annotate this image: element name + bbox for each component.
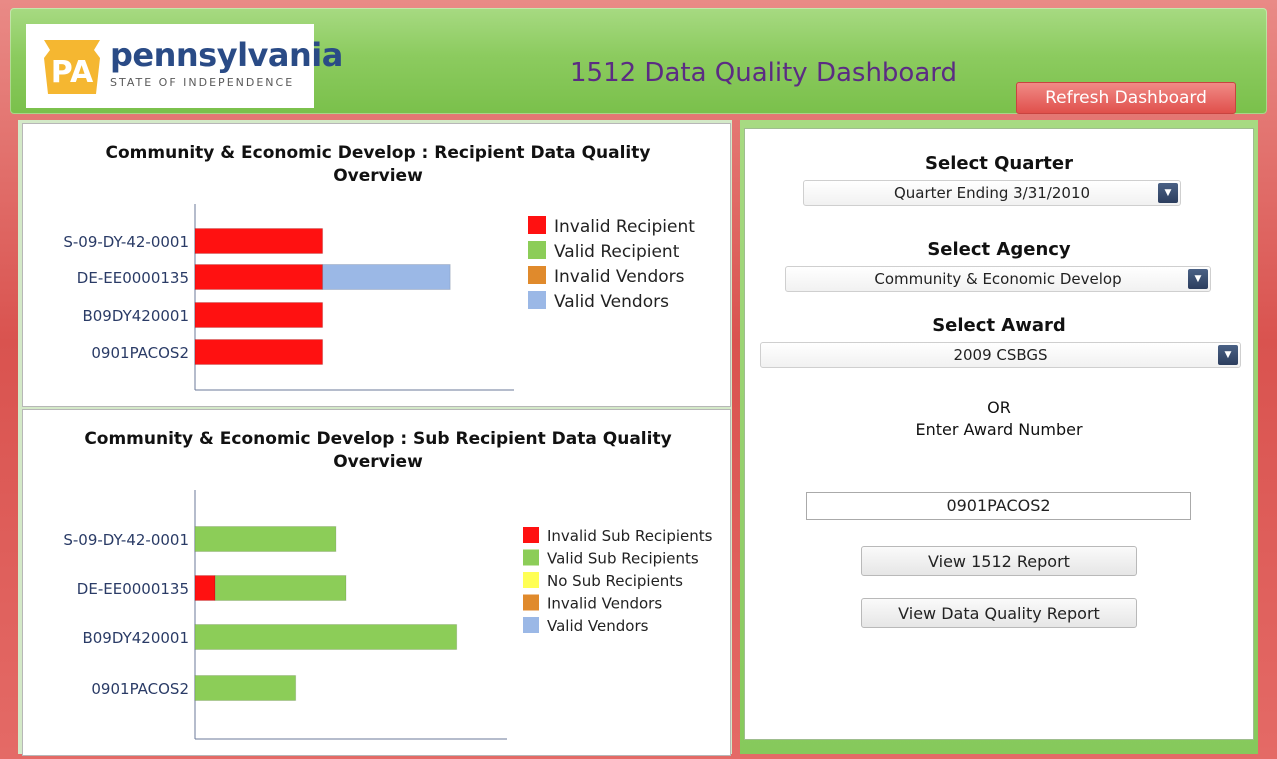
chevron-down-icon[interactable]: ▼ — [1188, 269, 1208, 289]
view-data-quality-report-button[interactable]: View Data Quality Report — [861, 598, 1137, 628]
category-label: S-09-DY-42-0001 — [63, 233, 189, 251]
sub-recipient-chart-panel: Community & Economic Develop : Sub Recip… — [22, 409, 731, 756]
header-bar: PA pennsylvania STATE OF INDEPENDENCE 15… — [10, 8, 1267, 114]
quarter-select[interactable]: Quarter Ending 3/31/2010 ▼ — [803, 180, 1181, 206]
recipient-bar-chart: S-09-DY-42-0001 DE-EE0000135 B09DY420001 09… — [63, 204, 695, 391]
or-text: OR — [987, 398, 1011, 417]
bar — [194, 228, 324, 254]
legend-label: Valid Sub Recipients — [547, 550, 699, 568]
bar — [194, 624, 458, 650]
bar — [194, 675, 297, 701]
legend-label: Valid Recipient — [554, 242, 680, 262]
category-label: B09DY420001 — [82, 307, 189, 325]
bar — [194, 575, 216, 601]
select-quarter-label: Select Quarter — [925, 153, 1073, 174]
category-label: 0901PACOS2 — [91, 680, 189, 698]
refresh-dashboard-button[interactable]: Refresh Dashboard — [1016, 82, 1236, 114]
agency-select-value: Community & Economic Develop — [874, 270, 1122, 288]
pennsylvania-logo: PA pennsylvania STATE OF INDEPENDENCE — [26, 24, 343, 108]
legend-label: Invalid Vendors — [547, 595, 662, 613]
legend-swatch — [523, 549, 539, 566]
chevron-down-icon[interactable]: ▼ — [1218, 345, 1238, 365]
legend-label: Invalid Sub Recipients — [547, 527, 713, 545]
legend-swatch — [523, 572, 539, 588]
agency-select[interactable]: Community & Economic Develop ▼ — [785, 266, 1211, 292]
recipient-chart-panel: Community & Economic Develop : Recipient… — [22, 123, 731, 407]
logo-tagline: STATE OF INDEPENDENCE — [110, 76, 295, 89]
keystone-logo-icon: PA — [44, 40, 100, 94]
legend-swatch — [523, 594, 539, 611]
logo-name: pennsylvania — [110, 36, 343, 74]
bar — [194, 302, 324, 328]
legend-label: Invalid Vendors — [554, 267, 685, 287]
view-1512-report-button[interactable]: View 1512 Report — [861, 546, 1137, 576]
category-label: DE-EE0000135 — [77, 269, 189, 287]
bar — [214, 575, 347, 601]
enter-award-label: Enter Award Number — [915, 420, 1083, 439]
bar — [194, 526, 337, 552]
quarter-select-value: Quarter Ending 3/31/2010 — [893, 184, 1091, 202]
award-number-input[interactable]: 0901PACOS2 — [806, 492, 1191, 520]
filter-panel: Select Quarter Quarter Ending 3/31/2010 … — [744, 128, 1254, 740]
legend-swatch — [523, 527, 539, 543]
category-label: B09DY420001 — [82, 629, 189, 647]
category-label: DE-EE0000135 — [77, 580, 189, 598]
category-label: 0901PACOS2 — [91, 344, 189, 362]
legend-label: No Sub Recipients — [547, 572, 683, 590]
page-title: 1512 Data Quality Dashboard — [570, 58, 958, 88]
award-select-value: 2009 CSBGS — [953, 346, 1048, 364]
bar — [322, 264, 451, 290]
award-select[interactable]: 2009 CSBGS ▼ — [760, 342, 1241, 368]
logo-mark-text: PA — [51, 55, 94, 90]
sub-recipient-bar-chart: S-09-DY-42-0001 DE-EE0000135 B09DY420001 09… — [63, 490, 713, 740]
select-award-label: Select Award — [932, 315, 1066, 336]
bar — [194, 339, 324, 365]
category-label: S-09-DY-42-0001 — [63, 531, 189, 549]
legend-swatch — [523, 617, 539, 633]
legend-swatch — [528, 241, 546, 259]
legend-swatch — [528, 216, 546, 234]
chevron-down-icon[interactable]: ▼ — [1158, 183, 1178, 203]
bar — [194, 264, 324, 290]
legend-label: Valid Vendors — [554, 292, 669, 312]
legend-swatch — [528, 266, 546, 284]
legend-swatch — [528, 291, 546, 309]
legend-label: Valid Vendors — [547, 617, 649, 635]
legend-label: Invalid Recipient — [554, 217, 695, 237]
select-agency-label: Select Agency — [927, 239, 1071, 260]
